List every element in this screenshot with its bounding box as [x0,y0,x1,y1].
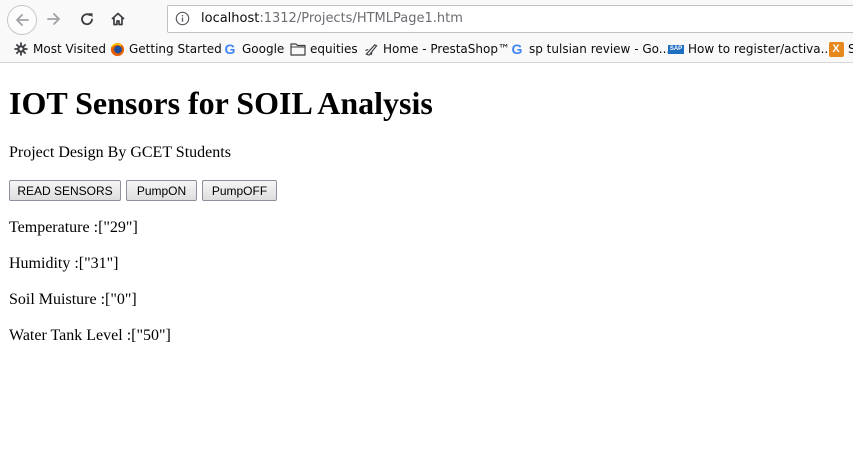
page-title: IOT Sensors for SOIL Analysis [9,85,433,121]
google-icon: G [224,41,236,57]
bookmark-sp-tulsian[interactable]: G sp tulsian review - Go... [509,41,671,57]
reading-value: ["31"] [78,255,119,272]
bookmark-label: How to register/activa... [688,42,833,56]
read-sensors-button[interactable]: READ SENSORS [9,180,121,201]
reading-label: Humidity : [9,255,79,272]
folder-icon [290,41,306,57]
page-content: IOT Sensors for SOIL Analysis Project De… [0,63,853,471]
soil-moisture-reading: Soil Muisture :["0"] [9,291,137,309]
x-icon: X [828,41,844,57]
reading-value: ["50"] [131,327,171,344]
bookmark-label: equities [310,42,358,56]
forward-button[interactable] [41,6,67,32]
page-subtitle: Project Design By GCET Students [9,144,231,161]
pump-on-button[interactable]: PumpON [126,180,197,201]
bookmark-equities[interactable]: equities [290,41,358,57]
firefox-icon [109,41,125,57]
reload-icon [81,13,93,26]
info-icon[interactable] [175,11,190,26]
prestashop-icon [363,41,379,57]
sap-icon: SAP [668,44,684,54]
bookmarks-toolbar: Most Visited Getting Started G Google eq… [0,38,853,60]
url-text[interactable]: localhost:1312/Projects/HTMLPage1.htm [201,11,463,26]
bookmark-label: Most Visited [33,42,107,56]
water-tank-level-reading: Water Tank Level :["50"] [9,327,171,345]
url-host: localhost [201,11,260,26]
google-icon: G [511,41,523,57]
reading-label: Water Tank Level : [9,327,132,344]
back-arrow-icon [16,14,29,26]
home-icon [111,12,125,26]
bookmark-label: S [848,42,853,56]
bookmark-label: Getting Started [129,42,222,56]
gear-icon [13,41,29,57]
bookmark-prestashop[interactable]: Home - PrestaShop™ [363,41,510,57]
humidity-reading: Humidity :["31"] [9,255,119,273]
bookmark-label: Google [242,42,285,56]
bookmark-getting-started[interactable]: Getting Started [109,41,222,57]
forward-arrow-icon [47,13,60,25]
bookmark-google[interactable]: G Google [222,41,285,57]
browser-toolbar: localhost:1312/Projects/HTMLPage1.htm Mo… [0,0,853,63]
bookmark-overflow[interactable]: X S [828,41,853,57]
url-path: :1312/Projects/HTMLPage1.htm [259,11,463,26]
temperature-reading: Temperature :["29"] [9,219,138,237]
bookmark-label: sp tulsian review - Go... [529,42,671,56]
bookmark-label: Home - PrestaShop™ [383,42,510,56]
bookmark-how-to-register[interactable]: SAP How to register/activa... [668,41,832,57]
reading-value: ["0"] [105,291,137,308]
reload-button[interactable] [74,6,100,32]
pump-off-button[interactable]: PumpOFF [202,180,277,201]
reading-label: Soil Muisture : [9,291,106,308]
back-button[interactable] [7,5,37,35]
home-button[interactable] [105,6,131,32]
bookmark-most-visited[interactable]: Most Visited [13,41,106,57]
reading-value: ["29"] [98,219,138,236]
url-bar[interactable]: localhost:1312/Projects/HTMLPage1.htm [167,5,853,33]
reading-label: Temperature : [9,219,99,236]
